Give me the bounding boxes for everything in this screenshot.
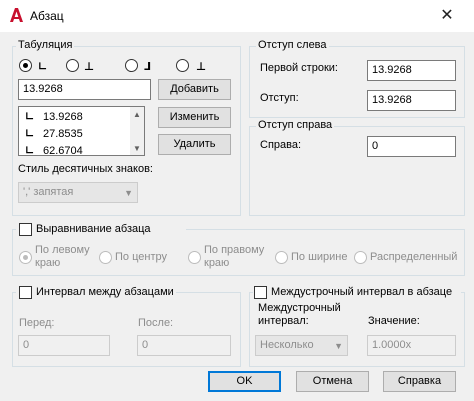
- ok-button[interactable]: OK: [208, 371, 281, 392]
- tab-center-icon: ⊥: [84, 60, 95, 73]
- scroll-down-icon[interactable]: ▼: [133, 144, 141, 153]
- align-center-label: По центру: [115, 251, 167, 263]
- first-line-label: Первой строки:: [260, 62, 338, 74]
- line-spacing-value-label: Значение:: [368, 315, 420, 327]
- change-tab-button[interactable]: Изменить: [158, 107, 231, 128]
- delete-tab-button[interactable]: Удалить: [158, 134, 231, 155]
- window-title: Абзац: [30, 9, 64, 23]
- align-right-label-line2: краю: [204, 257, 230, 269]
- tab-right-radio[interactable]: [125, 59, 138, 72]
- list-item[interactable]: ∟ 27.8535: [21, 126, 131, 142]
- title-bar: [0, 0, 474, 32]
- line-spacing-type-label-1: Междустрочный: [258, 302, 341, 314]
- align-left-label-line1: По левому: [35, 244, 90, 256]
- line-spacing-checkbox[interactable]: [254, 286, 267, 299]
- chevron-down-icon: ▼: [334, 341, 343, 351]
- indent-label: Отступ:: [260, 92, 299, 104]
- tab-left-icon: ∟: [38, 60, 48, 73]
- align-left-label-line2: краю: [35, 257, 61, 269]
- before-input[interactable]: 0: [18, 335, 110, 356]
- tab-left-radio[interactable]: [19, 59, 32, 72]
- tab-left-icon: ∟: [25, 144, 35, 156]
- after-label: После:: [138, 317, 174, 329]
- align-justify-radio[interactable]: [275, 251, 288, 264]
- after-input[interactable]: 0: [137, 335, 231, 356]
- indent-input[interactable]: 13.9268: [367, 90, 456, 111]
- list-scrollbar[interactable]: ▲ ▼: [130, 107, 144, 155]
- align-justify-label: По ширине: [291, 251, 348, 263]
- align-center-radio[interactable]: [99, 251, 112, 264]
- align-right-radio[interactable]: [188, 251, 201, 264]
- chevron-down-icon: ▼: [124, 188, 133, 198]
- line-spacing-type-select[interactable]: Несколько ▼: [255, 335, 348, 356]
- align-right-label-line1: По правому: [204, 244, 265, 256]
- close-icon[interactable]: ✕: [436, 6, 458, 26]
- decimal-style-select[interactable]: ',' запятая ▼: [18, 182, 138, 203]
- tab-position-input[interactable]: 13.9268: [18, 79, 151, 100]
- align-distributed-label: Распределенный: [370, 251, 458, 263]
- right-indent-input[interactable]: 0: [367, 136, 456, 157]
- before-label: Перед:: [19, 317, 55, 329]
- alignment-checkbox[interactable]: [19, 223, 32, 236]
- left-indent-legend: Отступ слева: [256, 39, 329, 51]
- align-distributed-radio[interactable]: [354, 251, 367, 264]
- line-spacing-legend: Междустрочный интервал в абзаце: [271, 286, 453, 298]
- spacing-legend: Интервал между абзацами: [36, 286, 174, 298]
- scroll-up-icon[interactable]: ▲: [133, 110, 141, 119]
- spacing-checkbox[interactable]: [19, 286, 32, 299]
- align-left-radio[interactable]: [19, 251, 32, 264]
- line-spacing-value-input[interactable]: 1.0000x: [367, 335, 456, 356]
- tab-left-icon: ∟: [25, 110, 35, 123]
- alignment-legend: Выравнивание абзаца: [36, 223, 151, 235]
- tab-right-icon: ⅃: [144, 60, 152, 73]
- decimal-style-label: Стиль десятичных знаков:: [18, 163, 153, 175]
- list-item[interactable]: ∟ 62.6704: [21, 143, 131, 156]
- line-spacing-type-label-2: интервал:: [258, 315, 309, 327]
- tab-center-radio[interactable]: [66, 59, 79, 72]
- tab-stops-list[interactable]: ∟ 13.9268 ∟ 27.8535 ∟ 62.6704 ▲ ▼: [18, 106, 145, 156]
- tab-left-icon: ∟: [25, 127, 35, 140]
- help-button[interactable]: Справка: [383, 371, 456, 392]
- cancel-button[interactable]: Отмена: [296, 371, 369, 392]
- tabs-legend: Табуляция: [16, 39, 75, 51]
- tab-decimal-icon: ⊥: [196, 60, 207, 73]
- add-tab-button[interactable]: Добавить: [158, 79, 231, 100]
- right-indent-legend: Отступ справа: [256, 119, 335, 131]
- right-label: Справа:: [260, 139, 302, 151]
- tab-decimal-radio[interactable]: [176, 59, 189, 72]
- list-item[interactable]: ∟ 13.9268: [21, 109, 131, 125]
- autocad-app-icon: [8, 7, 24, 23]
- first-line-input[interactable]: 13.9268: [367, 60, 456, 81]
